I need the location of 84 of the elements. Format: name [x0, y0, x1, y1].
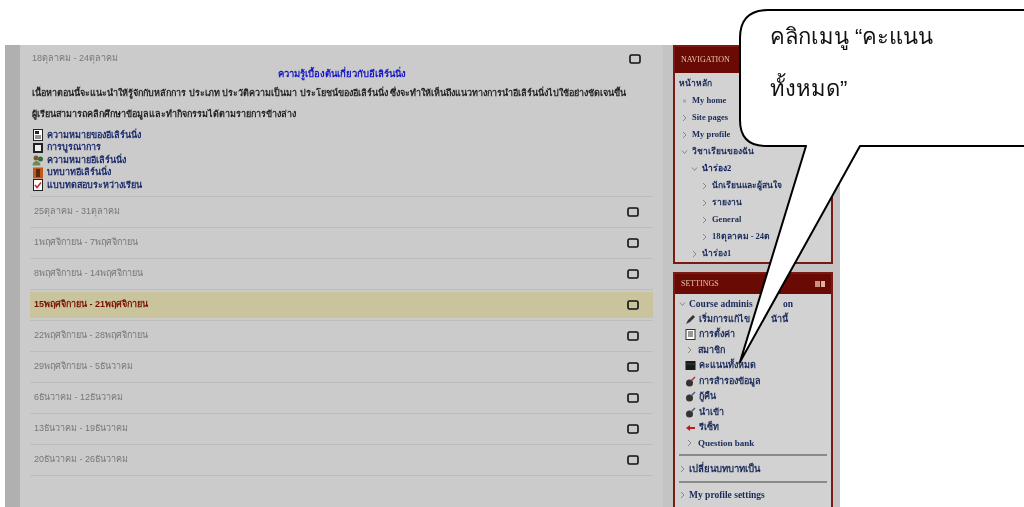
arrow-icon [685, 422, 696, 434]
settings-link-fragment[interactable]: น้านี้ [771, 312, 788, 326]
people-icon [32, 154, 44, 167]
resource-link[interactable]: การบูรณาการ [47, 141, 101, 155]
table-icon [685, 360, 696, 372]
square-icon[interactable] [627, 268, 639, 279]
chevron-icon[interactable] [691, 249, 698, 258]
chevron-icon[interactable] [679, 464, 686, 473]
dock-icon[interactable] [815, 281, 825, 287]
pencil-icon [685, 313, 696, 325]
square-icon[interactable] [627, 299, 639, 310]
disk-icon [685, 375, 696, 387]
week-date: 15พฤศจิกายน - 21พฤศจิกายน [34, 297, 149, 311]
week-date: 8พฤศจิกายน - 14พฤศจิกายน [34, 266, 143, 280]
document-icon [32, 129, 44, 142]
section-title: ความรู้เบื้องต้นเกี่ยวกับอีเลิร์นนิ่ง [276, 67, 407, 81]
callout-text: คลิกเมนู “คะแนน [770, 23, 934, 52]
week-date: 20ธันวาคม - 26ธันวาคม [34, 452, 129, 466]
quiz-icon [32, 179, 44, 192]
chevron-icon[interactable] [679, 491, 686, 500]
square-icon[interactable] [627, 206, 639, 217]
settings-link[interactable]: สมาชิก [698, 343, 725, 357]
nav-link[interactable]: My profile [692, 128, 731, 141]
settings-link-fragment[interactable]: on [783, 296, 794, 311]
caret-down-icon[interactable] [679, 300, 686, 307]
block-title: NAVIGATION [681, 54, 730, 66]
chevron-icon[interactable] [701, 215, 708, 224]
chevron-icon[interactable] [701, 232, 708, 241]
chevron-icon [687, 439, 693, 448]
section-date: 18ตุลาคม - 24ตุลาคม [32, 52, 119, 66]
settings-link[interactable]: เริ่มการแก้ไข [699, 312, 750, 326]
nav-link[interactable]: Site pages [692, 111, 729, 124]
square-icon[interactable] [627, 392, 639, 403]
week-row[interactable]: 15พฤศจิกายน - 21พฤศจิกายน [30, 291, 653, 318]
square-icon[interactable] [627, 237, 639, 248]
settings-link[interactable]: เปลี่ยนบทบาทเป็น [689, 461, 760, 476]
week-date: 13ธันวาคม - 19ธันวาคม [34, 421, 129, 435]
chevron-icon[interactable] [701, 181, 708, 190]
week-date: 22พฤศจิกายน - 28พฤศจิกายน [34, 328, 149, 342]
nav-link[interactable]: รายงาน [712, 196, 742, 209]
nav-link[interactable]: นำร่อง1 [702, 247, 732, 260]
settings-link[interactable]: My profile settings [689, 488, 765, 503]
caret-down-icon[interactable] [681, 148, 688, 155]
chevron-icon[interactable] [701, 198, 708, 207]
section-text: ผู้เรียนสามารถคลิกศึกษาข้อมูลและทำกิจกรรมได้ตามรายการข้างล่าง [31, 108, 297, 122]
settings-link[interactable]: Course adminis [689, 296, 753, 311]
square-icon[interactable] [627, 330, 639, 341]
block-title: SETTINGS [681, 278, 719, 290]
settings-link[interactable]: นำเข้า [699, 405, 724, 419]
nav-link[interactable]: My home [692, 94, 727, 107]
section-text: เนื้อหาตอนนี้จะแนะนำให้รู้จักกับหลักการ ประเภท ประวัติความเป็นมา ประโยชน์ของอีเลิร์นนิ่ง ซึ่งจะทำให้เห็นถึงแนวทางการนำอีเลิร์นนิ่งไปใช้อย่างชัดเจนขึ้น [31, 85, 627, 101]
nav-link[interactable]: หน้าหลัก [679, 77, 712, 90]
square-icon[interactable] [627, 361, 639, 372]
disk-icon [685, 391, 696, 403]
chevron-icon [687, 346, 693, 355]
week-date: 6ธันวาคม - 12ธันวาคม [34, 390, 123, 404]
resource-link[interactable]: ความหมายของอีเลิร์นนิ่ง [47, 128, 141, 142]
nav-link[interactable]: นักเรียนและผู้สนใจ [712, 179, 782, 192]
settings-link[interactable]: การสำรองข้อมูล [699, 374, 761, 388]
settings-link[interactable]: กู้คืน [699, 390, 716, 404]
figure-icon [32, 166, 44, 179]
document-icon [685, 329, 696, 341]
week-date: 29พฤศจิกายน - 5ธันวาคม [34, 359, 133, 373]
settings-link[interactable]: Question bank [698, 436, 755, 450]
resource-link[interactable]: แบบทดสอบระหว่างเรียน [47, 178, 142, 192]
week-date: 25ตุลาคม - 31ตุลาคม [34, 204, 121, 219]
square-icon[interactable] [627, 454, 639, 465]
nav-link[interactable]: วิชาเรียนของฉัน [692, 145, 754, 158]
caret-down-icon[interactable] [691, 165, 698, 172]
nav-link[interactable]: 18ตุลาคม - 24ต [712, 230, 771, 243]
settings-link[interactable]: คะแนนทั้งหมด [699, 359, 756, 373]
week-date: 1พฤศจิกายน - 7พฤศจิกายน [34, 235, 138, 249]
book-icon [32, 141, 44, 154]
chevron-icon[interactable] [681, 130, 688, 139]
callout-text: ทั้งหมด” [770, 70, 934, 108]
chevron-icon[interactable] [681, 113, 688, 122]
square-icon[interactable] [629, 54, 641, 64]
settings-link[interactable]: การตั้งค่า [699, 328, 735, 342]
disk-icon [685, 406, 696, 418]
settings-link[interactable]: รีเซ็ท [699, 421, 719, 435]
nav-link[interactable]: General [712, 213, 742, 226]
nav-link[interactable]: นำร่อง2 [702, 162, 732, 175]
square-icon[interactable] [627, 423, 639, 434]
resource-link[interactable]: บทบาทอีเลิร์นนิ่ง [47, 166, 111, 180]
